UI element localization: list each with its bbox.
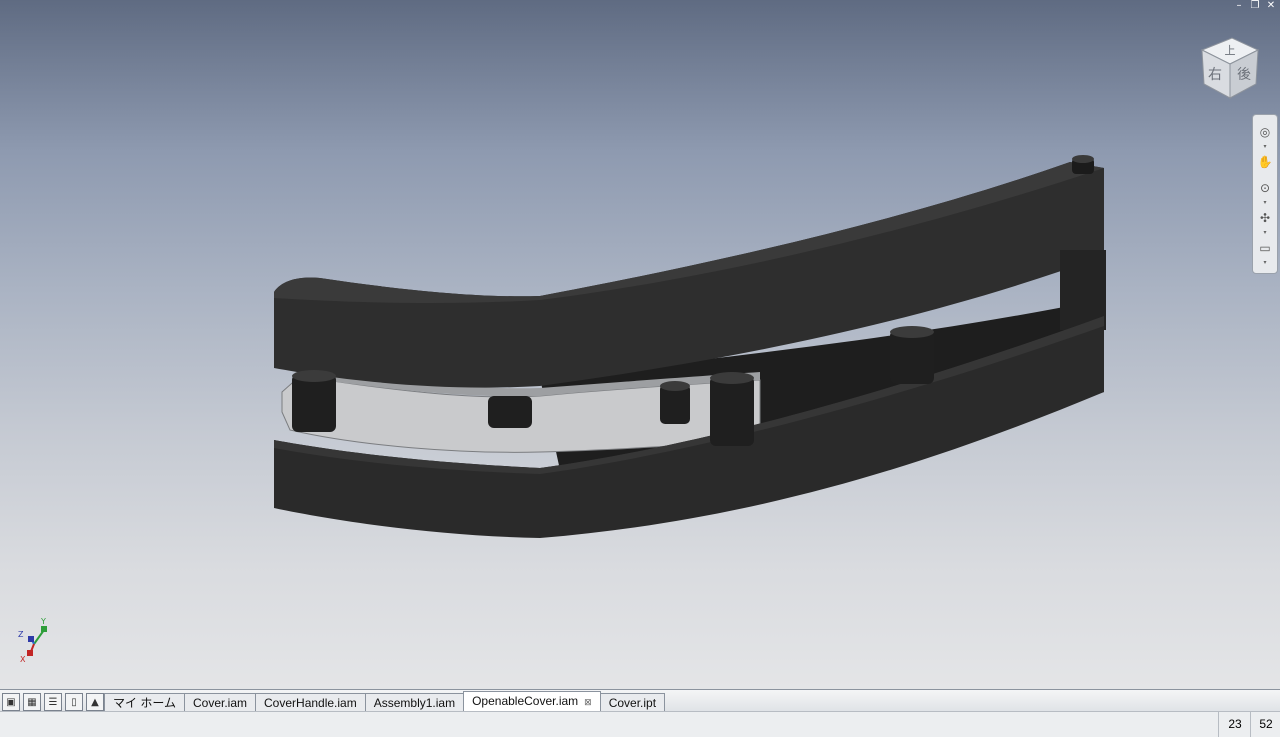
navigation-bar: ◎ ▾ ✋ ⊙ ▾ ✣ ▾ ▭ ▾	[1252, 114, 1278, 274]
viewcube-right-label: 後	[1237, 67, 1251, 83]
triad-x-label: X	[20, 655, 26, 664]
triad-z-label: Z	[18, 630, 24, 639]
tab-label: Cover.ipt	[608, 696, 657, 710]
status-bar: 23 52	[0, 711, 1280, 737]
tab-my-home[interactable]: マイ ホーム	[104, 693, 185, 712]
status-value-1: 23	[1218, 712, 1251, 737]
pin-1	[292, 374, 336, 432]
graphics-viewport[interactable]: – ❐ ✕ 上 右 後 ◎ ▾ ✋ ⊙ ▾ ✣ ▾ ▭ ▾ Y Z X	[0, 0, 1280, 689]
tab-close-icon[interactable]: ⊠	[584, 697, 592, 707]
minimize-icon[interactable]: –	[1234, 0, 1244, 12]
tab-cover-ipt[interactable]: Cover.ipt	[599, 693, 666, 712]
close-icon[interactable]: ✕	[1266, 0, 1276, 12]
steering-wheel-icon[interactable]: ◎	[1256, 123, 1274, 141]
coordinate-triad: Y Z X	[14, 614, 54, 666]
look-at-icon[interactable]: ▭	[1256, 239, 1274, 257]
nav-separator: ▾	[1263, 229, 1267, 236]
nav-separator: ▾	[1263, 143, 1267, 150]
viewcube[interactable]: 上 右 後	[1196, 32, 1266, 104]
tab-coverhandle-iam[interactable]: CoverHandle.iam	[255, 693, 366, 712]
tile-horizontal-icon[interactable]: ☰	[44, 693, 62, 711]
tile-windows-icon[interactable]: ▦	[23, 693, 41, 711]
triad-y-label: Y	[40, 617, 46, 626]
tab-label: Cover.iam	[192, 696, 248, 710]
nav-separator: ▾	[1263, 199, 1267, 206]
tab-label: OpenableCover.iam	[472, 694, 579, 708]
tab-label: マイ ホーム	[113, 696, 176, 710]
tab-openablecover-iam[interactable]: OpenableCover.iam ⊠	[463, 691, 601, 712]
zoom-icon[interactable]: ⊙	[1256, 179, 1274, 197]
cascade-windows-icon[interactable]: ▣	[2, 693, 20, 711]
tile-vertical-icon[interactable]: ▯	[65, 693, 83, 711]
orbit-icon[interactable]: ✣	[1256, 209, 1274, 227]
tab-list-arrow-icon[interactable]: ▲	[86, 693, 104, 711]
tab-cover-iam[interactable]: Cover.iam	[183, 693, 257, 712]
pin-4	[710, 376, 754, 446]
nav-separator: ▾	[1263, 259, 1267, 266]
viewcube-left-label: 右	[1208, 67, 1222, 83]
window-controls: – ❐ ✕	[1234, 0, 1276, 12]
pin-5	[890, 330, 934, 384]
pan-icon[interactable]: ✋	[1256, 153, 1274, 171]
tab-label: CoverHandle.iam	[264, 696, 357, 710]
3d-model-view[interactable]	[0, 0, 1280, 689]
tab-label: Assembly1.iam	[373, 696, 456, 710]
document-tab-bar: ▣ ▦ ☰ ▯ ▲ マイ ホーム Cover.iam CoverHandle.i…	[0, 689, 1280, 712]
viewcube-top-label: 上	[1225, 44, 1236, 57]
restore-icon[interactable]: ❐	[1250, 0, 1260, 12]
status-value-2: 52	[1250, 712, 1280, 737]
tab-assembly1-iam[interactable]: Assembly1.iam	[364, 693, 465, 712]
pin-2	[488, 396, 532, 428]
